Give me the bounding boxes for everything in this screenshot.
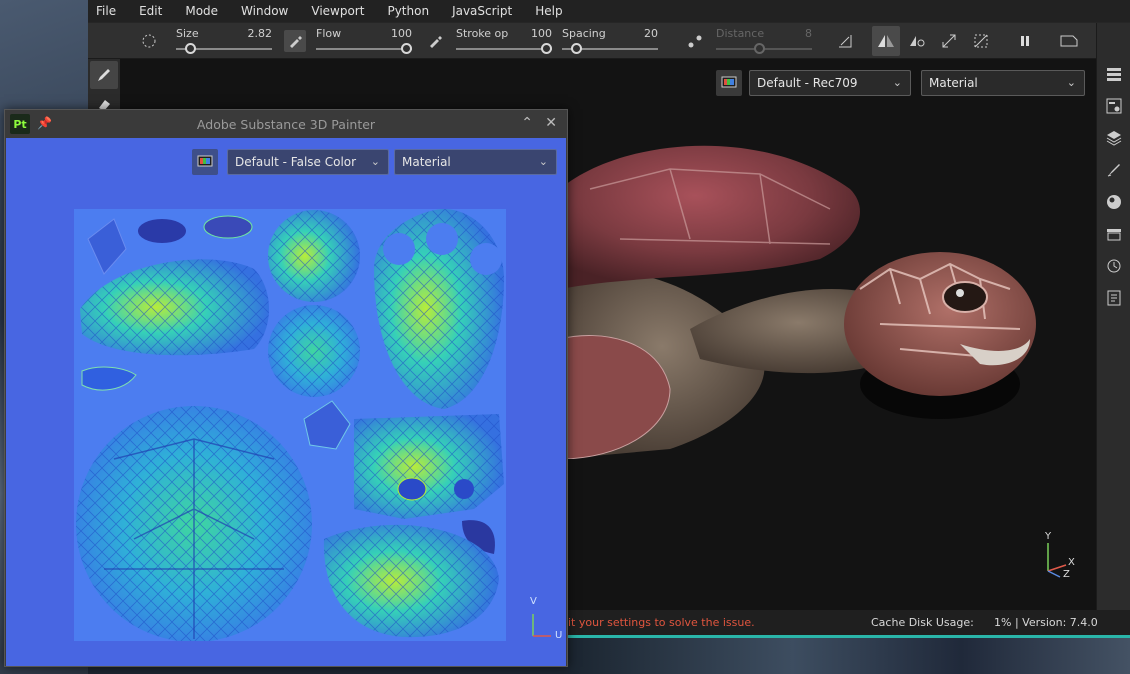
alignment-icon[interactable] bbox=[834, 30, 856, 52]
uv-texture-sheet[interactable] bbox=[74, 209, 506, 641]
texture-set-settings-icon[interactable] bbox=[1105, 97, 1123, 115]
properties-icon[interactable] bbox=[1105, 161, 1123, 179]
cache-disk-usage-label: Cache Disk Usage: bbox=[871, 616, 974, 629]
tool-properties-bar: Size 2.82 Flow 100 Stroke op 100 Spacing… bbox=[88, 23, 1096, 59]
pause-icon[interactable] bbox=[1014, 30, 1036, 52]
stroke-opacity-label: Stroke op bbox=[456, 27, 509, 40]
distance-label: Distance bbox=[716, 27, 765, 40]
chevron-down-icon: ⌄ bbox=[538, 155, 548, 168]
2d-viewport[interactable]: Default - False Color ⌄ Material ⌄ V U bbox=[6, 138, 566, 666]
color-profile-value: Default - Rec709 bbox=[757, 76, 858, 90]
slider-handle bbox=[754, 43, 765, 54]
desktop-background bbox=[568, 638, 1130, 674]
pen-pressure-flow-icon[interactable] bbox=[424, 30, 446, 52]
channel-value: Material bbox=[402, 155, 451, 169]
axis-x-label: X bbox=[1068, 557, 1075, 568]
chevron-down-icon: ⌄ bbox=[1066, 76, 1076, 89]
pin-icon[interactable]: 📌 bbox=[37, 116, 52, 130]
spacing-value: 20 bbox=[644, 27, 658, 40]
log-icon[interactable] bbox=[1105, 289, 1123, 307]
slider-handle[interactable] bbox=[541, 43, 552, 54]
color-profile-dropdown[interactable]: Default - False Color ⌄ bbox=[227, 149, 389, 175]
monitor-icon bbox=[197, 155, 213, 167]
size-label: Size bbox=[176, 27, 199, 40]
painter-logo-icon: Pt bbox=[10, 114, 30, 134]
shelf-icon[interactable] bbox=[1105, 225, 1123, 243]
slider-track bbox=[456, 48, 552, 50]
chevron-down-icon: ⌄ bbox=[892, 76, 902, 89]
window-title: Adobe Substance 3D Painter bbox=[196, 116, 376, 132]
channel-dropdown[interactable]: Material ⌄ bbox=[394, 149, 557, 175]
menu-javascript[interactable]: JavaScript bbox=[452, 4, 512, 18]
axis-u-label: U bbox=[555, 630, 563, 641]
warning-message[interactable]: it your settings to solve the issue. bbox=[568, 616, 755, 629]
distance-slider: Distance 8 bbox=[716, 25, 812, 57]
flow-label: Flow bbox=[316, 27, 342, 40]
menu-viewport[interactable]: Viewport bbox=[311, 4, 364, 18]
spacing-slider[interactable]: Spacing 20 bbox=[562, 25, 658, 57]
size-value: 2.82 bbox=[247, 27, 273, 40]
close-icon[interactable]: ✕ bbox=[545, 115, 557, 131]
axis-v-label: V bbox=[530, 596, 537, 607]
occlusion-icon[interactable] bbox=[970, 30, 992, 52]
texture-set-list-icon[interactable] bbox=[1105, 65, 1123, 83]
stroke-opacity-slider[interactable]: Stroke op 100 bbox=[456, 25, 552, 57]
transform-icon[interactable] bbox=[938, 30, 960, 52]
chevron-down-icon: ⌄ bbox=[370, 155, 380, 168]
false-color-uv-islands bbox=[76, 209, 504, 641]
slider-handle[interactable] bbox=[571, 43, 582, 54]
distance-value: 8 bbox=[805, 27, 812, 40]
symmetry-icon[interactable] bbox=[872, 26, 900, 56]
menu-edit[interactable]: Edit bbox=[139, 4, 162, 18]
menu-mode[interactable]: Mode bbox=[185, 4, 218, 18]
brush-shape-icon[interactable] bbox=[138, 30, 160, 52]
layers-icon[interactable] bbox=[1105, 129, 1123, 147]
cache-version-value: 1% | Version: 7.4.0 bbox=[994, 616, 1098, 629]
menu-file[interactable]: File bbox=[96, 4, 116, 18]
flow-slider[interactable]: Flow 100 bbox=[316, 25, 412, 57]
lazy-mouse-icon[interactable] bbox=[684, 30, 706, 52]
paint-brush-tool-icon[interactable] bbox=[90, 61, 118, 89]
symmetry-settings-icon[interactable] bbox=[906, 30, 928, 52]
window-title-bar[interactable]: Pt 📌 Adobe Substance 3D Painter ⌃ ✕ bbox=[5, 110, 567, 138]
turtle-model bbox=[560, 145, 1036, 459]
stroke-opacity-value: 100 bbox=[531, 27, 552, 40]
right-dock-bar bbox=[1096, 23, 1130, 610]
slider-handle[interactable] bbox=[185, 43, 196, 54]
monitor-icon bbox=[721, 76, 737, 88]
channel-dropdown[interactable]: Material ⌄ bbox=[921, 70, 1085, 96]
slider-handle[interactable] bbox=[401, 43, 412, 54]
collapse-icon[interactable]: ⌃ bbox=[521, 115, 533, 131]
camera-view-icon[interactable] bbox=[1058, 30, 1080, 52]
color-profile-value: Default - False Color bbox=[235, 155, 357, 169]
menu-python[interactable]: Python bbox=[387, 4, 429, 18]
channel-value: Material bbox=[929, 76, 978, 90]
color-profile-dropdown[interactable]: Default - Rec709 ⌄ bbox=[749, 70, 911, 96]
history-icon[interactable] bbox=[1105, 257, 1123, 275]
2d-view-window[interactable]: Pt 📌 Adobe Substance 3D Painter ⌃ ✕ Defa… bbox=[4, 109, 568, 667]
spacing-label: Spacing bbox=[562, 27, 606, 40]
pen-pressure-size-icon[interactable] bbox=[284, 30, 306, 52]
menu-window[interactable]: Window bbox=[241, 4, 288, 18]
display-settings-button[interactable] bbox=[716, 70, 742, 96]
menu-bar: File Edit Mode Window Viewport Python Ja… bbox=[88, 0, 1130, 22]
menu-help[interactable]: Help bbox=[535, 4, 562, 18]
axis-z-label: Z bbox=[1063, 569, 1070, 580]
axis-y-label: Y bbox=[1045, 531, 1052, 542]
size-slider[interactable]: Size 2.82 bbox=[176, 25, 272, 57]
display-settings-icon[interactable] bbox=[1105, 193, 1123, 211]
display-settings-button[interactable] bbox=[192, 149, 218, 175]
slider-track bbox=[316, 48, 412, 50]
flow-value: 100 bbox=[391, 27, 412, 40]
